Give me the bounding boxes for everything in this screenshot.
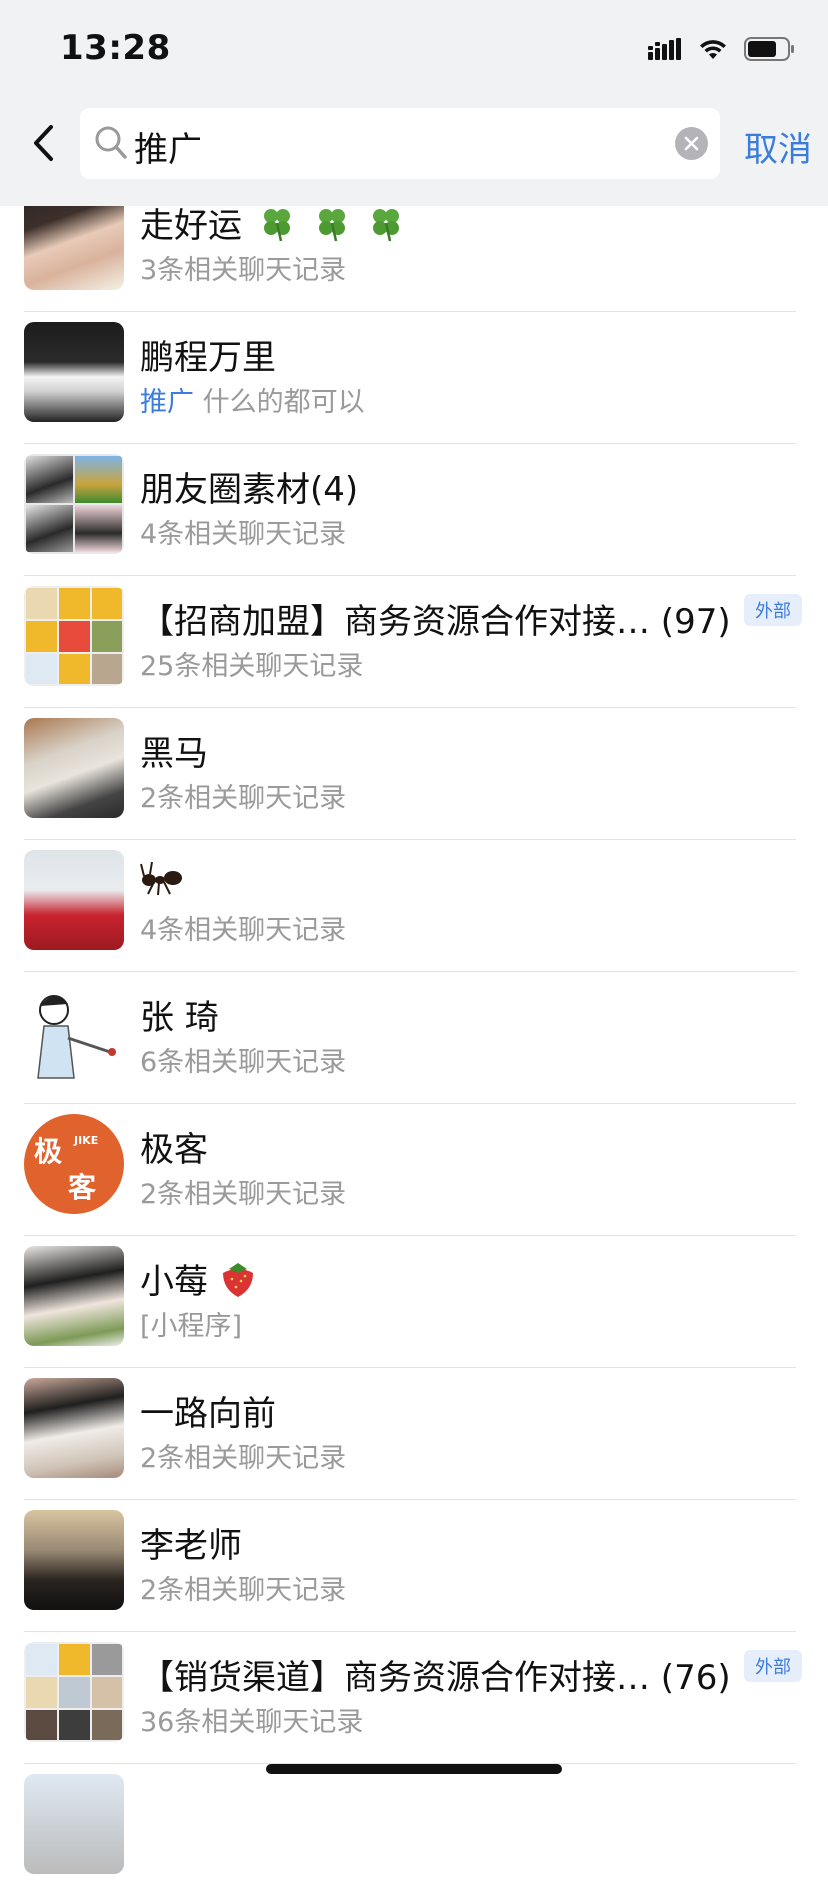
search-input[interactable]: 推广 bbox=[80, 108, 720, 179]
list-item[interactable] bbox=[0, 1764, 828, 1896]
group-avatar bbox=[24, 454, 124, 554]
list-item[interactable]: 朋友圈素材(4) 4条相关聊天记录 bbox=[0, 444, 828, 576]
status-bar: 13:28 bbox=[0, 0, 828, 100]
avatar bbox=[24, 322, 124, 422]
search-icon bbox=[95, 126, 127, 159]
row-subtitle: 4条相关聊天记录 bbox=[140, 915, 347, 946]
signal-icon bbox=[648, 38, 681, 60]
battery-icon bbox=[744, 37, 794, 61]
list-item[interactable]: 极 JIKE 客 极客 2条相关聊天记录 bbox=[0, 1104, 828, 1236]
chevron-left-icon bbox=[34, 125, 53, 161]
row-title: 朋友圈素材(4) bbox=[140, 470, 359, 510]
list-item[interactable]: 【销货渠道】商务资源合作对接… (76) 外部 36条相关聊天记录 bbox=[0, 1632, 828, 1764]
list-item[interactable]: 李老师 2条相关聊天记录 bbox=[0, 1500, 828, 1632]
external-badge: 外部 bbox=[744, 1650, 802, 1682]
strawberry-icon bbox=[222, 1263, 253, 1297]
row-subtitle: 2条相关聊天记录 bbox=[140, 1179, 347, 1210]
avatar bbox=[24, 1246, 124, 1346]
group-avatar bbox=[24, 1774, 124, 1874]
row-title: 黑马 bbox=[140, 734, 208, 774]
clover-icon bbox=[318, 209, 345, 242]
top-bar: 13:28 推广 取消 bbox=[0, 0, 828, 206]
row-subtitle: 2条相关聊天记录 bbox=[140, 783, 347, 814]
avatar-small-text: JIKE bbox=[74, 1134, 99, 1147]
row-title: 【招商加盟】商务资源合作对接… (97) bbox=[140, 602, 731, 642]
list-item[interactable]: 【招商加盟】商务资源合作对接… (97) 外部 25条相关聊天记录 bbox=[0, 576, 828, 708]
avatar bbox=[24, 982, 124, 1082]
row-subtitle: 2条相关聊天记录 bbox=[140, 1575, 347, 1606]
row-title: 一路向前 bbox=[140, 1394, 276, 1434]
list-item[interactable]: 张 琦 6条相关聊天记录 bbox=[0, 972, 828, 1104]
avatar-char: 客 bbox=[68, 1171, 97, 1204]
avatar bbox=[24, 850, 124, 950]
row-title: 小莓 bbox=[140, 1254, 257, 1303]
list-item[interactable]: 一路向前 2条相关聊天记录 bbox=[0, 1368, 828, 1500]
clear-search-button[interactable] bbox=[675, 127, 708, 160]
row-title: 【销货渠道】商务资源合作对接… (76) bbox=[140, 1658, 731, 1698]
row-subtitle: 25条相关聊天记录 bbox=[140, 651, 364, 682]
home-indicator bbox=[266, 1764, 562, 1774]
row-subtitle: 4条相关聊天记录 bbox=[140, 519, 347, 550]
row-subtitle: [小程序] bbox=[140, 1311, 243, 1342]
row-subtitle: 推广 什么的都可以 bbox=[140, 387, 365, 418]
row-subtitle: 36条相关聊天记录 bbox=[140, 1707, 364, 1738]
row-subtitle: 2条相关聊天记录 bbox=[140, 1443, 347, 1474]
row-title: 张 琦 bbox=[140, 998, 219, 1038]
group-avatar bbox=[24, 1642, 124, 1742]
avatar bbox=[24, 1378, 124, 1478]
status-icons bbox=[648, 34, 796, 64]
search-query[interactable]: 推广 bbox=[134, 122, 202, 171]
list-item[interactable]: 4条相关聊天记录 bbox=[0, 840, 828, 972]
clover-icon bbox=[263, 209, 290, 242]
illustration-avatar bbox=[37, 995, 116, 1079]
list-item[interactable]: 黑马 2条相关聊天记录 bbox=[0, 708, 828, 840]
avatar: 极 JIKE 客 bbox=[24, 1114, 124, 1214]
avatar bbox=[24, 1510, 124, 1610]
row-subtitle: 6条相关聊天记录 bbox=[140, 1047, 347, 1078]
match-highlight: 推广 bbox=[140, 387, 194, 418]
row-subtitle: 3条相关聊天记录 bbox=[140, 255, 347, 286]
clover-icon bbox=[373, 209, 400, 242]
row-title: 李老师 bbox=[140, 1526, 242, 1566]
wifi-icon bbox=[700, 40, 726, 59]
row-title: 鹏程万里 bbox=[140, 338, 276, 378]
group-avatar bbox=[24, 586, 124, 686]
row-title: 极客 bbox=[140, 1130, 208, 1170]
list-item[interactable]: 鹏程万里 推广 什么的都可以 bbox=[0, 312, 828, 444]
close-icon bbox=[684, 136, 699, 151]
search-results-list: 走好运 3条相关聊天记录 鹏程万里 推广 什么的都可以 朋友圈素材(4) 4条相… bbox=[0, 190, 828, 1896]
cancel-button[interactable]: 取消 bbox=[744, 122, 812, 171]
search-row: 推广 取消 bbox=[0, 108, 828, 180]
avatar bbox=[24, 718, 124, 818]
back-button[interactable] bbox=[18, 118, 68, 168]
list-item[interactable]: 小莓 [小程序] bbox=[0, 1236, 828, 1368]
row-title bbox=[140, 858, 184, 901]
status-time: 13:28 bbox=[60, 28, 171, 68]
ant-icon bbox=[140, 861, 182, 896]
avatar-char: 极 bbox=[34, 1135, 63, 1168]
external-badge: 外部 bbox=[744, 594, 802, 626]
